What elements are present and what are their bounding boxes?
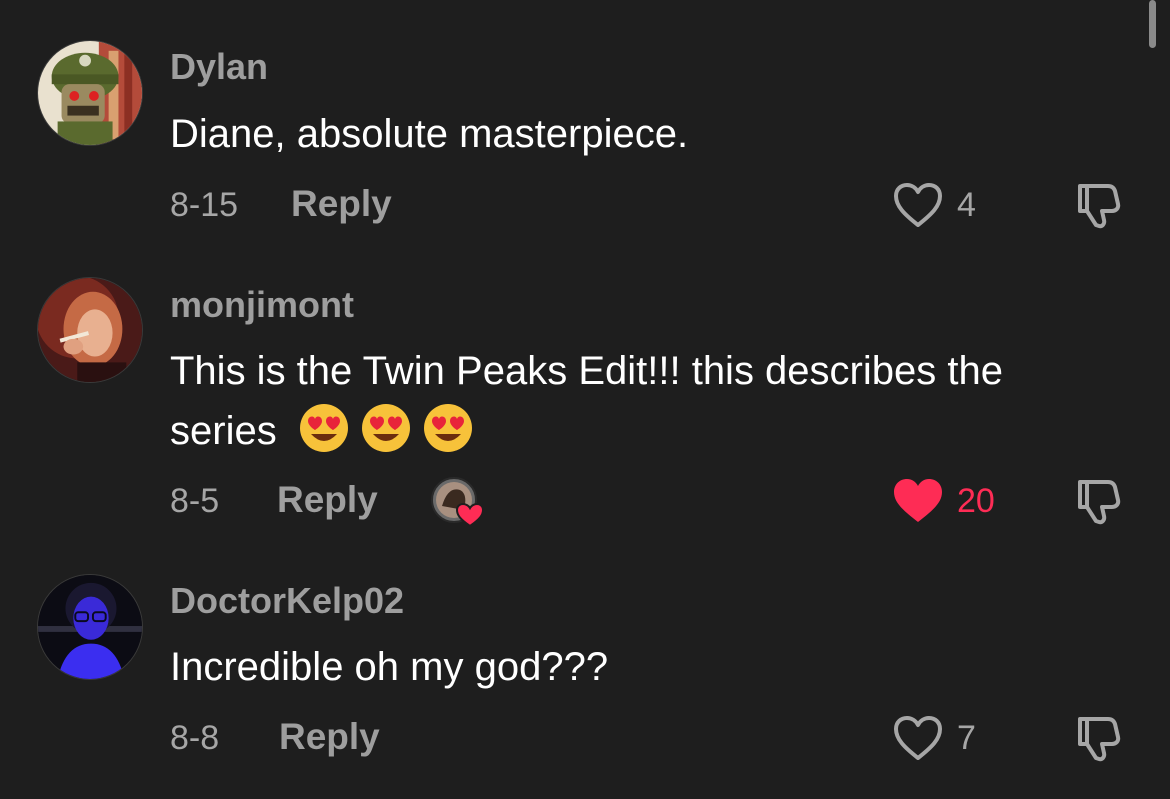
thumbs-down-icon[interactable] (1072, 476, 1122, 526)
username[interactable]: DoctorKelp02 (170, 580, 404, 622)
like-count: 4 (957, 186, 976, 224)
thumbs-down-icon[interactable] (1072, 180, 1122, 230)
creator-liked-badge (430, 476, 490, 528)
avatar[interactable] (37, 277, 143, 383)
avatar[interactable] (37, 574, 143, 680)
scrollbar[interactable] (1149, 0, 1156, 48)
like-count: 7 (957, 719, 976, 757)
comment-text: Diane, absolute masterpiece. (170, 112, 689, 156)
heart-outline-icon[interactable] (892, 714, 944, 762)
comment-date: 8-15 (170, 186, 239, 224)
soldier-helmet-avatar-icon (38, 41, 142, 145)
comment-date: 8-8 (170, 719, 220, 757)
heart-outline-icon[interactable] (892, 181, 944, 229)
comment-date: 8-5 (170, 482, 220, 520)
comment-text: This is the Twin Peaks Edit!!! this desc… (170, 341, 1100, 461)
creator-avatar-heart-icon (431, 477, 485, 528)
like-count: 20 (957, 482, 995, 520)
heart-filled-icon[interactable] (892, 477, 944, 525)
thumbs-down-icon[interactable] (1072, 713, 1122, 763)
username[interactable]: monjimont (170, 284, 354, 326)
blue-glasses-avatar-icon (38, 575, 142, 679)
woman-smoking-red-avatar-icon (38, 278, 142, 382)
comments-panel: Dylan Diane, absolute masterpiece. 8-15 … (0, 0, 1170, 799)
avatar[interactable] (37, 40, 143, 146)
heart-eyes-emoji-icon (422, 402, 474, 454)
reply-button[interactable]: Reply (291, 183, 392, 225)
reply-button[interactable]: Reply (279, 716, 380, 758)
comment-text-body: This is the Twin Peaks Edit!!! this desc… (170, 349, 1003, 453)
heart-eyes-emoji-icon (298, 402, 350, 454)
comment-text: Incredible oh my god??? (170, 645, 609, 689)
heart-eyes-emoji-icon (360, 402, 412, 454)
username[interactable]: Dylan (170, 46, 268, 88)
reply-button[interactable]: Reply (277, 479, 378, 521)
